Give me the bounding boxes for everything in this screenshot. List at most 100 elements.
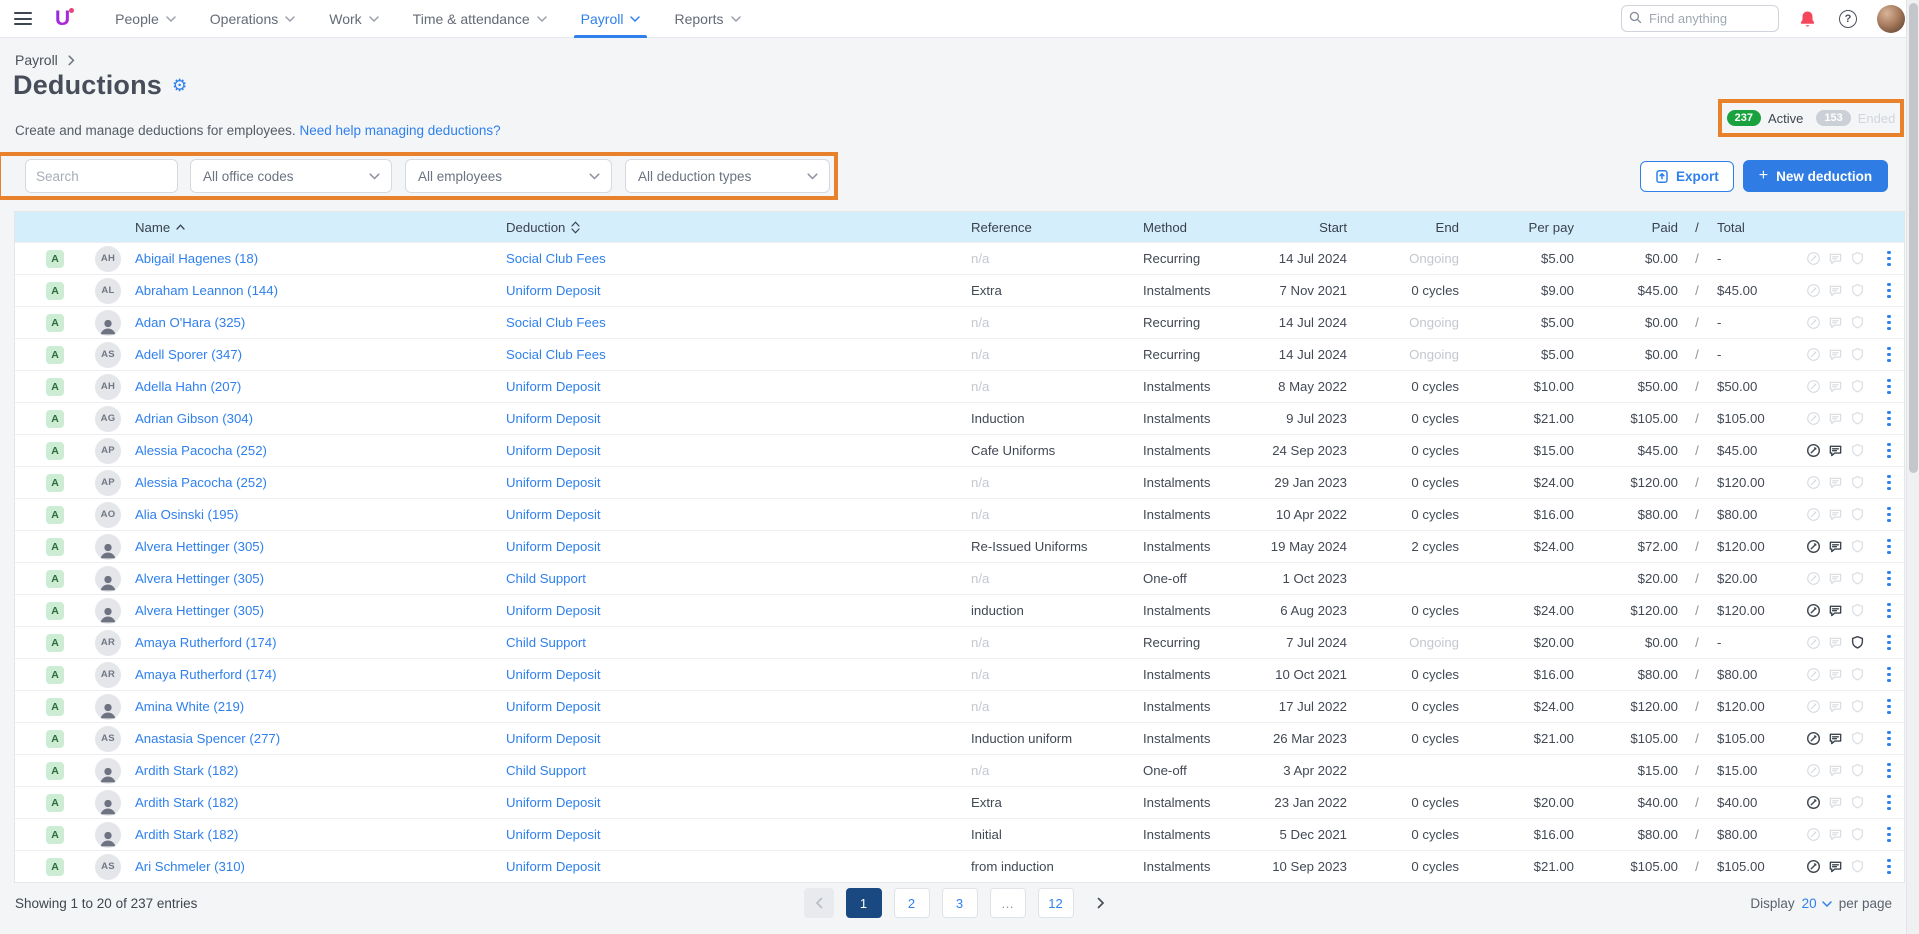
page-size-select[interactable]: 20 — [1802, 896, 1832, 911]
row-comment-icon[interactable] — [1828, 411, 1843, 426]
row-shield-icon[interactable] — [1850, 763, 1865, 778]
employee-name-link[interactable]: Alessia Pacocha (252) — [135, 475, 267, 490]
row-shield-icon[interactable] — [1850, 315, 1865, 330]
deduction-type-link[interactable]: Uniform Deposit — [506, 603, 601, 618]
pagination-page-12[interactable]: 12 — [1038, 888, 1074, 918]
row-comment-icon[interactable] — [1828, 571, 1843, 586]
new-deduction-button[interactable]: + New deduction — [1743, 160, 1888, 192]
deduction-type-link[interactable]: Child Support — [506, 571, 586, 586]
deduction-type-link[interactable]: Uniform Deposit — [506, 859, 601, 874]
row-edit-icon[interactable] — [1806, 571, 1821, 586]
employee-name-link[interactable]: Alvera Hettinger (305) — [135, 571, 264, 586]
row-kebab-menu-icon[interactable] — [1884, 376, 1893, 397]
nav-item-work[interactable]: Work — [312, 0, 395, 38]
gear-icon[interactable]: ⚙ — [172, 76, 187, 96]
filter-deduction-types-select[interactable]: All deduction types — [625, 159, 830, 193]
row-comment-icon[interactable] — [1828, 283, 1843, 298]
row-shield-icon[interactable] — [1850, 507, 1865, 522]
deduction-type-link[interactable]: Social Club Fees — [506, 251, 606, 266]
breadcrumb-payroll[interactable]: Payroll — [15, 52, 58, 68]
row-shield-icon[interactable] — [1850, 699, 1865, 714]
row-edit-icon[interactable] — [1806, 507, 1821, 522]
row-kebab-menu-icon[interactable] — [1884, 696, 1893, 717]
row-kebab-menu-icon[interactable] — [1884, 312, 1893, 333]
employee-name-link[interactable]: Alvera Hettinger (305) — [135, 603, 264, 618]
row-edit-icon[interactable] — [1806, 539, 1821, 554]
employee-name-link[interactable]: Alvera Hettinger (305) — [135, 539, 264, 554]
row-edit-icon[interactable] — [1806, 667, 1821, 682]
row-comment-icon[interactable] — [1828, 475, 1843, 490]
employee-name-link[interactable]: Amina White (219) — [135, 699, 244, 714]
employee-name-link[interactable]: Adell Sporer (347) — [135, 347, 242, 362]
employee-name-link[interactable]: Amaya Rutherford (174) — [135, 667, 276, 682]
deduction-type-link[interactable]: Uniform Deposit — [506, 443, 601, 458]
global-search-input[interactable] — [1621, 5, 1779, 32]
row-kebab-menu-icon[interactable] — [1884, 856, 1893, 877]
help-icon[interactable]: ? — [1839, 10, 1857, 28]
row-edit-icon[interactable] — [1806, 859, 1821, 874]
row-shield-icon[interactable] — [1850, 731, 1865, 746]
row-comment-icon[interactable] — [1828, 667, 1843, 682]
row-comment-icon[interactable] — [1828, 827, 1843, 842]
employee-name-link[interactable]: Adella Hahn (207) — [135, 379, 241, 394]
row-shield-icon[interactable] — [1850, 539, 1865, 554]
row-shield-icon[interactable] — [1850, 283, 1865, 298]
row-comment-icon[interactable] — [1828, 635, 1843, 650]
row-shield-icon[interactable] — [1850, 571, 1865, 586]
column-header-deduction[interactable]: Deduction — [492, 220, 957, 235]
active-label[interactable]: Active — [1768, 111, 1803, 126]
user-avatar[interactable] — [1877, 5, 1905, 33]
employee-name-link[interactable]: Abraham Leannon (144) — [135, 283, 278, 298]
pagination-page-3[interactable]: 3 — [942, 888, 978, 918]
row-kebab-menu-icon[interactable] — [1884, 632, 1893, 653]
employee-name-link[interactable]: Ari Schmeler (310) — [135, 859, 245, 874]
column-header-name[interactable]: Name — [135, 220, 492, 235]
row-comment-icon[interactable] — [1828, 731, 1843, 746]
hamburger-menu-icon[interactable] — [14, 12, 32, 25]
row-comment-icon[interactable] — [1828, 859, 1843, 874]
employee-name-link[interactable]: Ardith Stark (182) — [135, 795, 238, 810]
deduction-type-link[interactable]: Uniform Deposit — [506, 507, 601, 522]
help-link[interactable]: Need help managing deductions? — [299, 123, 500, 138]
deduction-type-link[interactable]: Uniform Deposit — [506, 731, 601, 746]
row-kebab-menu-icon[interactable] — [1884, 248, 1893, 269]
deduction-type-link[interactable]: Uniform Deposit — [506, 667, 601, 682]
row-edit-icon[interactable] — [1806, 475, 1821, 490]
row-kebab-menu-icon[interactable] — [1884, 728, 1893, 749]
deduction-type-link[interactable]: Uniform Deposit — [506, 539, 601, 554]
row-comment-icon[interactable] — [1828, 315, 1843, 330]
employee-name-link[interactable]: Adan O'Hara (325) — [135, 315, 245, 330]
deduction-type-link[interactable]: Uniform Deposit — [506, 795, 601, 810]
filter-search-input[interactable] — [25, 159, 178, 193]
row-edit-icon[interactable] — [1806, 603, 1821, 618]
deduction-type-link[interactable]: Uniform Deposit — [506, 379, 601, 394]
row-shield-icon[interactable] — [1850, 379, 1865, 394]
row-kebab-menu-icon[interactable] — [1884, 792, 1893, 813]
row-kebab-menu-icon[interactable] — [1884, 472, 1893, 493]
row-shield-icon[interactable] — [1850, 667, 1865, 682]
employee-name-link[interactable]: Ardith Stark (182) — [135, 827, 238, 842]
deduction-type-link[interactable]: Social Club Fees — [506, 315, 606, 330]
row-shield-icon[interactable] — [1850, 251, 1865, 266]
employee-name-link[interactable]: Alia Osinski (195) — [135, 507, 238, 522]
pagination-page-2[interactable]: 2 — [894, 888, 930, 918]
filter-office-codes-select[interactable]: All office codes — [190, 159, 392, 193]
nav-item-operations[interactable]: Operations — [193, 0, 312, 38]
deduction-type-link[interactable]: Uniform Deposit — [506, 283, 601, 298]
scrollbar-thumb[interactable] — [1909, 3, 1918, 473]
deduction-type-link[interactable]: Uniform Deposit — [506, 827, 601, 842]
row-shield-icon[interactable] — [1850, 859, 1865, 874]
deduction-type-link[interactable]: Uniform Deposit — [506, 411, 601, 426]
row-kebab-menu-icon[interactable] — [1884, 824, 1893, 845]
row-edit-icon[interactable] — [1806, 731, 1821, 746]
row-comment-icon[interactable] — [1828, 539, 1843, 554]
deduction-type-link[interactable]: Child Support — [506, 635, 586, 650]
row-comment-icon[interactable] — [1828, 507, 1843, 522]
row-comment-icon[interactable] — [1828, 347, 1843, 362]
employee-name-link[interactable]: Ardith Stark (182) — [135, 763, 238, 778]
row-edit-icon[interactable] — [1806, 795, 1821, 810]
nav-item-time-attendance[interactable]: Time & attendance — [396, 0, 564, 38]
row-kebab-menu-icon[interactable] — [1884, 600, 1893, 621]
row-edit-icon[interactable] — [1806, 315, 1821, 330]
row-kebab-menu-icon[interactable] — [1884, 344, 1893, 365]
